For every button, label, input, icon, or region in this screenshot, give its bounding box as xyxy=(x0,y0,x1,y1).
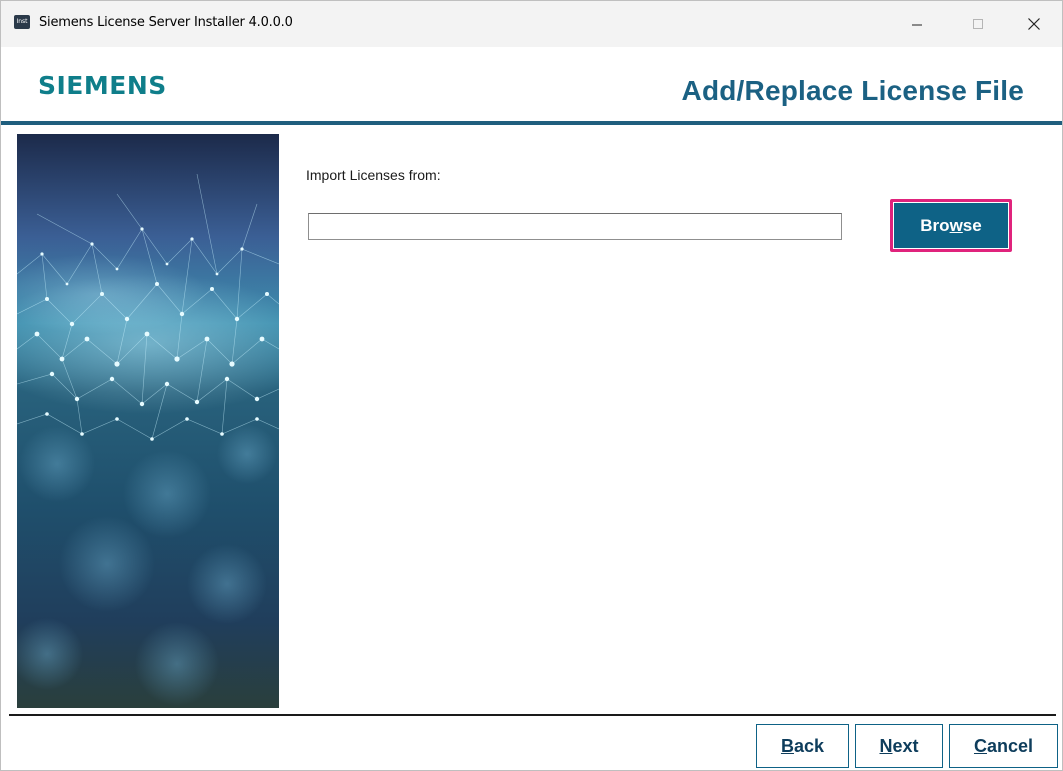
next-label-rest: ext xyxy=(892,735,919,756)
app-icon: Inst xyxy=(14,15,30,29)
siemens-logo: SIEMENS xyxy=(38,71,167,100)
header: SIEMENS Add/Replace License File xyxy=(1,47,1062,123)
next-label-mnemonic: N xyxy=(879,735,893,756)
window-title: Siemens License Server Installer 4.0.0.0 xyxy=(39,15,293,30)
back-label-mnemonic: B xyxy=(780,735,794,756)
back-label-rest: ack xyxy=(793,735,825,756)
maximize-icon xyxy=(973,19,983,29)
browse-label-mnemonic: w xyxy=(949,215,963,235)
browse-button[interactable]: Bro w se xyxy=(894,203,1008,248)
import-licenses-label: Import Licenses from: xyxy=(306,167,441,183)
minimize-icon xyxy=(912,24,922,26)
license-path-input[interactable] xyxy=(308,213,842,240)
decorative-network-image xyxy=(17,134,279,708)
close-icon xyxy=(1028,18,1040,30)
back-button[interactable]: Back xyxy=(756,724,849,768)
footer-divider xyxy=(9,714,1056,716)
minimize-button[interactable] xyxy=(894,1,940,47)
close-button[interactable] xyxy=(1011,1,1057,47)
cancel-label-mnemonic: C xyxy=(973,735,987,756)
title-bar[interactable]: Inst Siemens License Server Installer 4.… xyxy=(1,1,1062,47)
browse-label-post: se xyxy=(962,215,982,235)
browse-label-pre: Bro xyxy=(920,215,950,235)
page-title: Add/Replace License File xyxy=(681,75,1024,106)
cancel-button[interactable]: Cancel xyxy=(949,724,1058,768)
maximize-button[interactable] xyxy=(955,1,1001,47)
cancel-label-rest: ancel xyxy=(986,735,1034,756)
installer-window: Inst Siemens License Server Installer 4.… xyxy=(0,0,1063,771)
header-divider xyxy=(1,121,1062,125)
next-button[interactable]: Next xyxy=(855,724,943,768)
